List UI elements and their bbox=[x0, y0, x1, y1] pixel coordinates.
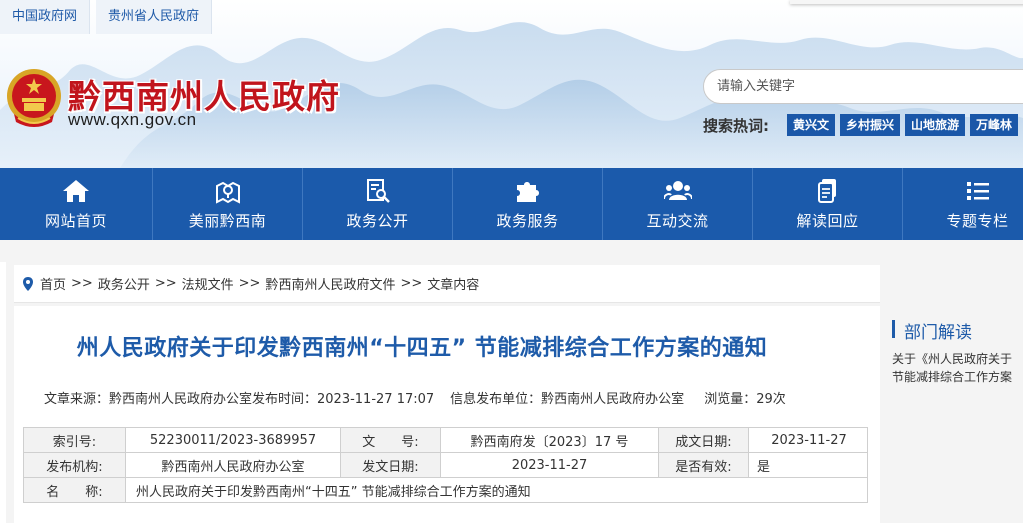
doc-number-label: 文 号: bbox=[340, 427, 441, 453]
hot-words-label: 搜索热词: bbox=[703, 117, 769, 135]
nav-item-beautiful-qxn[interactable]: 美丽黔西南 bbox=[153, 168, 303, 240]
breadcrumb-current: 文章内容 bbox=[427, 278, 480, 293]
breadcrumb-home[interactable]: 首页 bbox=[40, 274, 66, 293]
nav-label: 美丽黔西南 bbox=[188, 211, 267, 230]
nav-label: 解读回应 bbox=[796, 211, 859, 230]
national-emblem-icon bbox=[7, 69, 61, 127]
nav-item-gov-affairs-open[interactable]: 政务公开 bbox=[303, 168, 453, 240]
nav-item-special-topics[interactable]: 专题专栏 bbox=[903, 168, 1023, 240]
breadcrumb-separator: >> bbox=[400, 276, 423, 291]
sidebar-item-line: 节能减排综合工作方案 bbox=[892, 370, 1013, 384]
issue-date-value: 2023-11-27 bbox=[440, 452, 659, 478]
name-label: 名 称: bbox=[23, 477, 126, 503]
nav-item-interaction[interactable]: 互动交流 bbox=[603, 168, 753, 240]
nav-label: 专题专栏 bbox=[946, 211, 1009, 230]
top-right-strip bbox=[790, 0, 1023, 4]
nav-item-interpretation[interactable]: 解读回应 bbox=[753, 168, 903, 240]
breadcrumb-regulations[interactable]: 法规文件 bbox=[182, 274, 234, 293]
puzzle-icon bbox=[514, 178, 542, 204]
article-panel: 州人民政府关于印发黔西南州“十四五” 节能减排综合工作方案的通知 文章来源：黔西… bbox=[14, 306, 880, 523]
search-input[interactable] bbox=[704, 70, 1023, 103]
people-icon bbox=[663, 178, 692, 204]
index-label: 索引号: bbox=[23, 427, 126, 453]
nav-label: 政务服务 bbox=[496, 211, 559, 230]
valid-label: 是否有效: bbox=[658, 452, 749, 478]
table-row: 发布机构: 黔西南州人民政府办公室 发文日期: 2023-11-27 是否有效:… bbox=[23, 452, 868, 478]
issue-date-label: 发文日期: bbox=[340, 452, 441, 478]
link-guizhou-gov[interactable]: 贵州省人民政府 bbox=[96, 0, 213, 34]
sidebar-item-line: 关于《州人民政府关于 bbox=[892, 352, 1013, 366]
breadcrumb-separator: >> bbox=[154, 276, 177, 291]
article-views: 浏览量：29次 bbox=[704, 392, 786, 407]
doc-number-value: 黔西南府发〔2023〕17 号 bbox=[440, 427, 659, 453]
files-icon bbox=[814, 178, 842, 204]
site-banner: 中国政府网 贵州省人民政府 黔西南州人民政府 www.qxn.gov.cn 搜索… bbox=[0, 0, 1023, 168]
hot-word-tag[interactable]: 山地旅游 bbox=[905, 114, 966, 136]
left-panel-edge bbox=[0, 262, 6, 523]
breadcrumb-gov-documents[interactable]: 黔西南州人民政府文件 bbox=[265, 274, 395, 293]
link-gov-cn[interactable]: 中国政府网 bbox=[0, 0, 91, 34]
nav-item-gov-service[interactable]: 政务服务 bbox=[453, 168, 603, 240]
article-publish-time: 发布时间：2023-11-27 17:07 bbox=[252, 392, 435, 407]
org-value: 黔西南州人民政府办公室 bbox=[125, 452, 341, 478]
breadcrumb-gov-affairs-open[interactable]: 政务公开 bbox=[98, 274, 150, 293]
main-nav: 网站首页 美丽黔西南 政务公开 政务服务 互动交流 解读回应 专题专栏 bbox=[0, 168, 1023, 240]
nav-item-home[interactable]: 网站首页 bbox=[0, 168, 153, 240]
list-icon bbox=[964, 178, 992, 204]
table-row: 名 称: 州人民政府关于印发黔西南州“十四五” 节能减排综合工作方案的通知 bbox=[23, 477, 868, 503]
document-search-icon bbox=[364, 178, 392, 204]
breadcrumb-separator: >> bbox=[238, 276, 261, 291]
site-url: www.qxn.gov.cn bbox=[68, 110, 197, 129]
map-pin-icon bbox=[214, 178, 242, 204]
home-icon bbox=[62, 178, 90, 204]
breadcrumb: 首页 >> 政务公开 >> 法规文件 >> 黔西南州人民政府文件 >> 文章内容 bbox=[14, 265, 880, 303]
name-value: 州人民政府关于印发黔西南州“十四五” 节能减排综合工作方案的通知 bbox=[125, 477, 868, 503]
document-info-table: 索引号: 52230011/2023-3689957 文 号: 黔西南府发〔20… bbox=[23, 427, 868, 503]
article-title: 州人民政府关于印发黔西南州“十四五” 节能减排综合工作方案的通知 bbox=[76, 336, 768, 361]
nav-label: 网站首页 bbox=[44, 211, 107, 230]
created-date-label: 成文日期: bbox=[658, 427, 749, 453]
org-label: 发布机构: bbox=[23, 452, 126, 478]
table-row: 索引号: 52230011/2023-3689957 文 号: 黔西南府发〔20… bbox=[23, 427, 868, 453]
top-links: 中国政府网 贵州省人民政府 bbox=[0, 0, 213, 34]
location-icon bbox=[23, 276, 33, 291]
nav-label: 互动交流 bbox=[646, 211, 709, 230]
article-source: 文章来源：黔西南州人民政府办公室 bbox=[44, 392, 253, 407]
sidebar-item[interactable]: 关于《州人民政府关于 节能减排综合工作方案 bbox=[892, 350, 1023, 386]
search-box bbox=[703, 69, 1023, 104]
hot-words: 黄兴文 乡村振兴 山地旅游 万峰林 bbox=[787, 114, 1019, 136]
article-meta: 文章来源：黔西南州人民政府办公室发布时间：2023-11-27 17:07 信息发… bbox=[44, 388, 786, 407]
breadcrumb-separator: >> bbox=[71, 276, 93, 291]
sidebar-title: 部门解读 bbox=[892, 318, 972, 343]
index-value: 52230011/2023-3689957 bbox=[125, 427, 341, 453]
hot-word-tag[interactable]: 万峰林 bbox=[970, 114, 1019, 136]
article-publisher: 信息发布单位：黔西南州人民政府办公室 bbox=[450, 392, 685, 407]
hot-word-tag[interactable]: 乡村振兴 bbox=[840, 114, 901, 136]
valid-value: 是 bbox=[748, 452, 868, 478]
sidebar-title-text: 部门解读 bbox=[904, 323, 972, 343]
hot-word-tag[interactable]: 黄兴文 bbox=[787, 114, 836, 136]
created-date-value: 2023-11-27 bbox=[748, 427, 868, 453]
nav-label: 政务公开 bbox=[346, 211, 409, 230]
